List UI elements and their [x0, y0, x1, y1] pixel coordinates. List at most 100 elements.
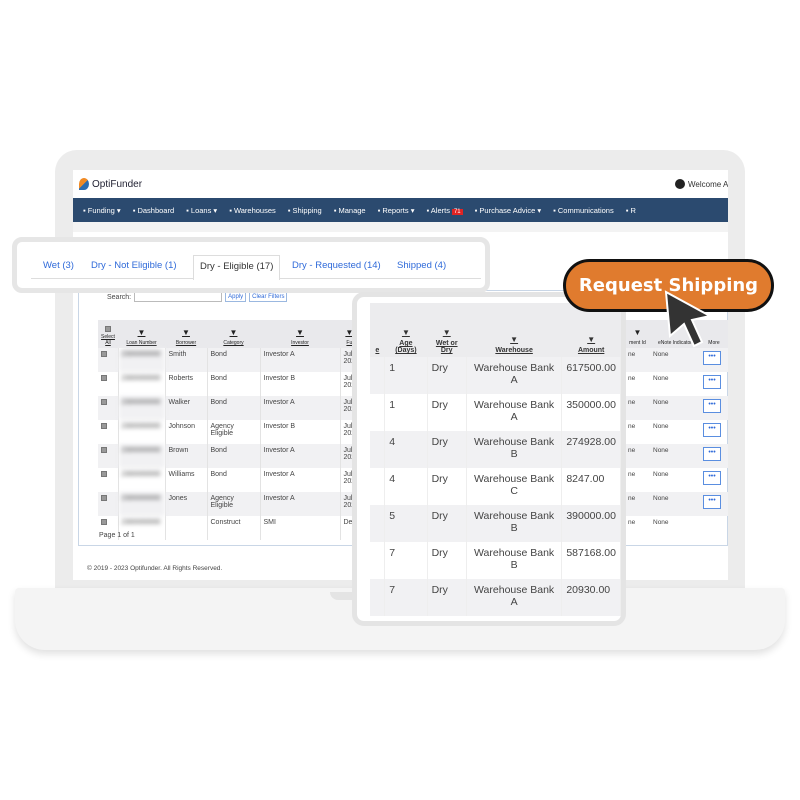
nav-item[interactable]: ▪ R — [626, 206, 636, 215]
brand-name: OptiFunder — [92, 178, 143, 190]
row-checkbox[interactable] — [101, 351, 107, 357]
logo[interactable]: OptiFunder — [79, 178, 142, 190]
column-header[interactable]: ▼ Warehouse — [466, 303, 562, 357]
more-button[interactable]: ••• — [703, 399, 721, 413]
nav-item[interactable]: ▪ Purchase Advice ▾ — [475, 206, 541, 215]
table-row[interactable]: 4 Dry Warehouse Bank C 8247.00 — [370, 468, 621, 505]
table-cell: Roberts — [165, 372, 208, 396]
table-row[interactable]: ne None — [625, 516, 728, 540]
row-checkbox[interactable] — [101, 423, 107, 429]
filter-icon[interactable]: ▼ — [120, 328, 163, 337]
table-cell: Bond — [207, 348, 261, 372]
table-cell: Bond — [207, 444, 261, 468]
table-row[interactable]: ne None ••• — [625, 396, 728, 420]
nav-item[interactable]: ▪ Manage — [334, 206, 366, 215]
select-all-checkbox[interactable] — [105, 326, 111, 332]
table-row[interactable]: ne None ••• — [625, 372, 728, 396]
clear-filters-button[interactable]: Clear Filters — [249, 292, 288, 302]
nav-label: Purchase Advice ▾ — [479, 205, 542, 215]
table-row[interactable]: ne None ••• — [625, 492, 728, 516]
more-button[interactable]: ••• — [703, 423, 721, 437]
table-row[interactable]: ne None ••• — [625, 420, 728, 444]
more-button[interactable]: ••• — [703, 351, 721, 365]
row-checkbox[interactable] — [101, 375, 107, 381]
table-row[interactable]: 2300000000 Smith Bond Investor A Jul 202 — [98, 348, 360, 372]
table-row[interactable]: ne None ••• — [625, 468, 728, 492]
table-row[interactable]: 5 Dry Warehouse Bank B 390000.00 — [370, 505, 621, 542]
table-row[interactable]: 2300000000 Walker Bond Investor A Jul 202 — [98, 396, 360, 420]
nav-label: Shipping — [292, 205, 322, 215]
filter-icon[interactable]: ▼ — [627, 328, 648, 337]
nav-item[interactable]: ▪ Funding ▾ — [83, 206, 121, 215]
tab-dry-requested[interactable]: Dry - Requested (14) — [292, 260, 381, 271]
filter-icon[interactable]: ▼ — [430, 328, 463, 337]
tab-dry-eligible-[interactable]: Dry - Eligible (17) — [193, 255, 281, 280]
table-row[interactable]: 1 Dry Warehouse Bank A 350000.00 — [370, 394, 621, 431]
row-select-cell — [98, 348, 119, 372]
column-header[interactable]: ▼ Borrower — [165, 320, 207, 348]
column-header[interactable]: ▼ Wet or Dry — [427, 303, 467, 357]
filter-icon[interactable]: ▼ — [388, 328, 424, 337]
table-row[interactable]: 1 Dry Warehouse Bank A 617500.00 — [370, 357, 621, 394]
nav-item[interactable]: ▪ Dashboard — [133, 206, 174, 215]
more-button[interactable]: ••• — [703, 495, 721, 509]
apply-button[interactable]: Apply — [225, 292, 247, 302]
row-checkbox[interactable] — [101, 447, 107, 453]
table-row[interactable]: ne None ••• — [625, 444, 728, 468]
filter-icon[interactable]: ▼ — [167, 328, 205, 337]
more-button[interactable]: ••• — [703, 375, 721, 389]
table-row[interactable]: 2300000000 Brown Bond Investor A Jul 202 — [98, 444, 360, 468]
row-checkbox[interactable] — [101, 471, 107, 477]
column-header[interactable]: ▼ Loan Number — [118, 320, 165, 348]
user-menu[interactable]: Welcome A — [675, 179, 728, 189]
nav-item[interactable]: ▪ Loans ▾ — [186, 206, 217, 215]
tab-wet[interactable]: Wet (3) — [43, 260, 74, 271]
table-row[interactable]: 2300000000 Johnson Agency Eligible Investor… — [98, 420, 360, 444]
nav-item[interactable]: ▪ Shipping — [288, 206, 322, 215]
table-row[interactable]: 7 Dry Warehouse Bank A 20930.00 — [370, 579, 621, 616]
column-header[interactable]: ▼ Investor — [260, 320, 340, 348]
row-checkbox[interactable] — [101, 519, 107, 525]
header-label: Select All — [101, 334, 115, 346]
column-header[interactable]: ▼ ment Id — [625, 320, 650, 348]
filter-icon[interactable]: ▼ — [209, 328, 258, 337]
filter-icon[interactable]: ▼ — [565, 335, 618, 344]
nav-item[interactable]: ▪ Alerts 71 — [426, 206, 463, 215]
tab-shipped[interactable]: Shipped (4) — [397, 260, 446, 271]
table-cell: 8247.00 — [561, 468, 621, 505]
table-row[interactable]: 2300000000 Roberts Bond Investor B Jul 202 — [98, 372, 360, 396]
table-cell: Dry — [427, 505, 467, 542]
table-cell: 5 — [384, 505, 428, 542]
search-input[interactable] — [134, 292, 223, 302]
table-row[interactable]: 2300000000 Construct SMI De — [98, 516, 360, 540]
nav-item[interactable]: ▪ Communications — [553, 206, 614, 215]
table-cell: Walker — [165, 396, 208, 420]
row-checkbox[interactable] — [101, 495, 107, 501]
table-cell: Warehouse Bank A — [466, 357, 563, 394]
more-button[interactable]: ••• — [703, 471, 721, 485]
table-row[interactable]: ne None ••• — [625, 348, 728, 372]
table-row[interactable]: 2300000000 Williams Bond Investor A Jul 202 — [98, 468, 360, 492]
filter-icon[interactable]: ▼ — [469, 335, 558, 344]
table-cell: Dry — [427, 431, 467, 468]
column-header[interactable]: e — [370, 303, 385, 357]
nav-item[interactable]: ▪ Reports ▾ — [378, 206, 415, 215]
tab-dry-not-eligible[interactable]: Dry - Not Eligible (1) — [91, 260, 177, 271]
table-cell: 2300000000 — [118, 444, 166, 468]
table-cell — [370, 357, 386, 394]
table-row[interactable]: 4 Dry Warehouse Bank B 274928.00 — [370, 431, 621, 468]
filter-icon[interactable]: ▼ — [262, 328, 338, 337]
table-cell: 1 — [384, 357, 428, 394]
nav-label: Loans ▾ — [190, 205, 218, 215]
nav-item[interactable]: ▪ Warehouses — [229, 206, 276, 215]
column-header[interactable]: ▼ Age (Days) — [384, 303, 428, 357]
column-header[interactable]: ▼ Category — [207, 320, 260, 348]
table-row[interactable]: 7 Dry Warehouse Bank B 587168.00 — [370, 542, 621, 579]
header-label: Wet or Dry — [435, 340, 458, 354]
row-checkbox[interactable] — [101, 399, 107, 405]
more-button[interactable]: ••• — [703, 447, 721, 461]
table-cell: Dry — [427, 357, 467, 394]
table-cell — [165, 516, 208, 540]
column-header[interactable]: Select All — [98, 320, 118, 348]
table-row[interactable]: 2300000000 Jones Agency Eligible Investor A… — [98, 492, 360, 516]
